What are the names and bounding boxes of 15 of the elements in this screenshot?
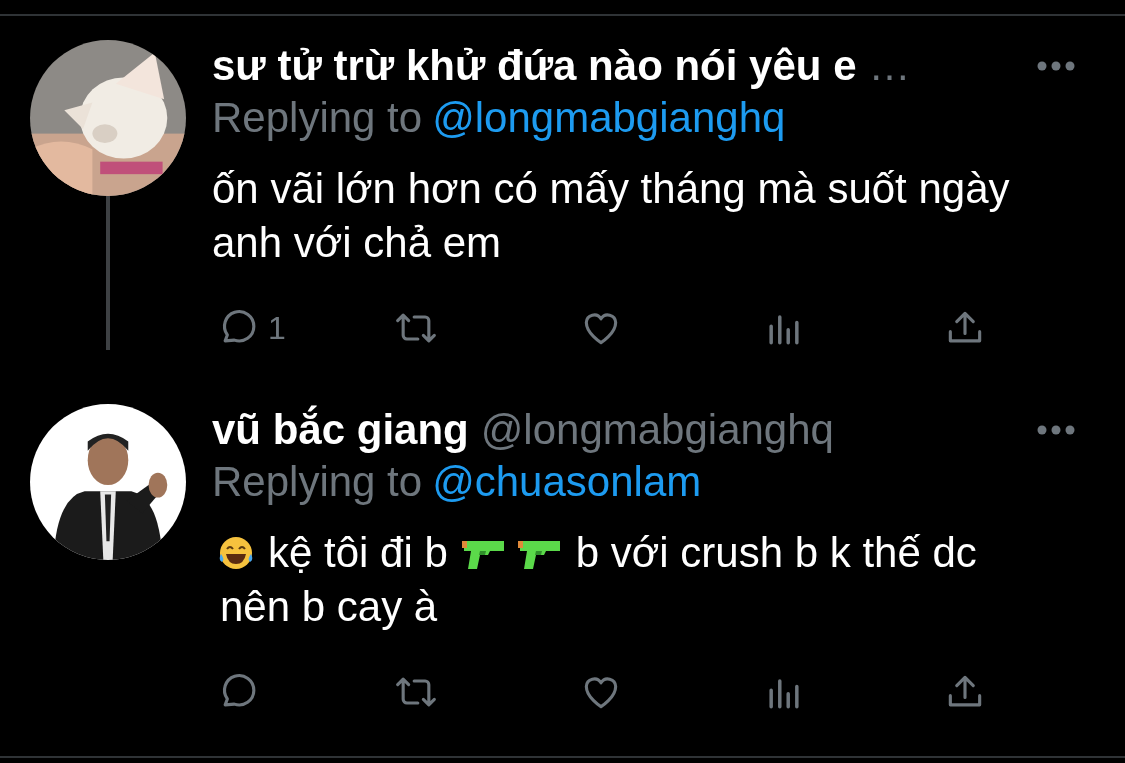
reply-count: 1 bbox=[268, 309, 286, 347]
replying-label: Replying to bbox=[212, 94, 423, 142]
mention-link[interactable]: @longmabgianghq bbox=[432, 94, 786, 142]
replying-label: Replying to bbox=[212, 458, 423, 506]
mention-link[interactable]: @chuasonlam bbox=[432, 458, 702, 506]
truncation-ellipsis: … bbox=[868, 42, 911, 90]
more-icon[interactable] bbox=[1037, 61, 1075, 71]
user-handle[interactable]: @longmabgianghq bbox=[480, 406, 834, 454]
tweet-text: nên b cay à bbox=[220, 582, 438, 632]
display-name[interactable]: sư tử trừ khử đứa nào nói yêu e bbox=[212, 42, 857, 90]
tweet-text: ốn vãi lớn hơn có mấy tháng mà suốt ngày anh với chả em bbox=[212, 164, 1011, 268]
tweet-text: b với crush b k thế dc bbox=[575, 528, 977, 578]
more-icon[interactable] bbox=[1037, 425, 1075, 435]
tweet-text: kệ tôi đi b bbox=[268, 528, 448, 578]
display-name[interactable]: vũ bắc giang bbox=[212, 406, 469, 454]
